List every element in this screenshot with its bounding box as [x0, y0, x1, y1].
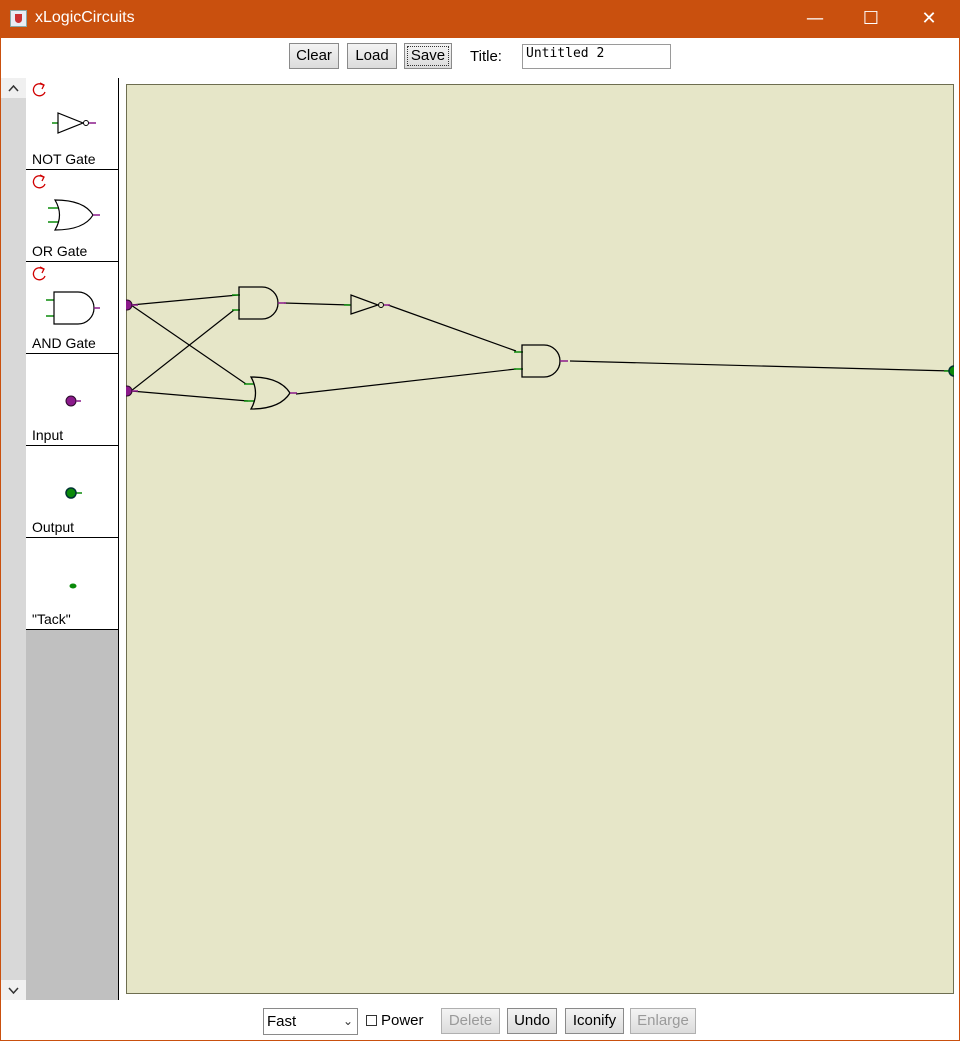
chevron-down-icon — [8, 987, 19, 995]
java-app-icon — [10, 10, 27, 27]
maximize-button[interactable]: ☐ — [842, 0, 900, 38]
iconify-button[interactable]: Iconify — [565, 1008, 624, 1034]
and-gate-icon — [46, 291, 100, 325]
palette-label: OR Gate — [32, 243, 88, 259]
or-gate-icon — [48, 199, 100, 231]
enlarge-button[interactable]: Enlarge — [630, 1008, 696, 1034]
scroll-up-button[interactable] — [1, 78, 26, 98]
palette-item-or-gate[interactable]: OR Gate — [26, 170, 118, 262]
palette-label: Output — [32, 519, 75, 535]
not-gate-1[interactable] — [344, 294, 390, 315]
rotate-icon[interactable] — [32, 174, 46, 189]
undo-button[interactable]: Undo — [507, 1008, 557, 1034]
palette-scrollbar[interactable] — [1, 78, 26, 1000]
rotate-icon[interactable] — [32, 266, 46, 281]
palette-item-not-gate[interactable]: NOT Gate — [26, 78, 118, 170]
clear-button[interactable]: Clear — [289, 43, 339, 69]
palette-label: Input — [32, 427, 64, 443]
chevron-down-icon: ⌄ — [342, 1014, 353, 1028]
speed-select[interactable]: Fast ⌄ — [263, 1008, 358, 1035]
palette-item-output[interactable]: Output — [26, 446, 118, 538]
palette-label: NOT Gate — [32, 151, 96, 167]
circuit-drawing — [126, 286, 954, 410]
title-input[interactable]: Untitled 2 — [522, 44, 671, 69]
window-title: xLogicCircuits — [35, 9, 135, 26]
title-label: Title: — [470, 48, 502, 65]
power-checkbox[interactable] — [366, 1015, 377, 1026]
delete-button[interactable]: Delete — [441, 1008, 500, 1034]
save-button[interactable]: Save — [404, 43, 452, 69]
power-label: Power — [381, 1012, 424, 1029]
palette-item-tack[interactable]: "Tack" — [26, 538, 118, 630]
rotate-icon[interactable] — [32, 82, 46, 97]
input-node-icon — [65, 395, 81, 407]
tack-icon — [69, 583, 77, 589]
circuit-canvas-container — [119, 78, 959, 1000]
palette-label: "Tack" — [32, 611, 71, 627]
palette-item-and-gate[interactable]: AND Gate — [26, 262, 118, 354]
minimize-button[interactable]: — — [786, 0, 844, 38]
output-node-1[interactable] — [944, 365, 954, 377]
window-titlebar: xLogicCircuits — ☐ ✕ — [0, 0, 960, 38]
chevron-up-icon — [8, 84, 19, 92]
or-gate-1[interactable] — [244, 376, 297, 410]
circuit-canvas[interactable] — [126, 84, 954, 994]
load-button[interactable]: Load — [347, 43, 397, 69]
output-node-icon — [65, 487, 82, 499]
scroll-down-button[interactable] — [1, 980, 26, 1000]
speed-select-value: Fast — [267, 1013, 297, 1030]
palette-item-input[interactable]: Input — [26, 354, 118, 446]
component-palette: NOT Gate OR Gate AND Gate Input Output "… — [26, 78, 119, 1000]
and-gate-2[interactable] — [514, 344, 568, 378]
close-button[interactable]: ✕ — [900, 0, 958, 38]
palette-label: AND Gate — [32, 335, 96, 351]
not-gate-icon — [52, 112, 96, 134]
and-gate-1[interactable] — [232, 286, 286, 320]
